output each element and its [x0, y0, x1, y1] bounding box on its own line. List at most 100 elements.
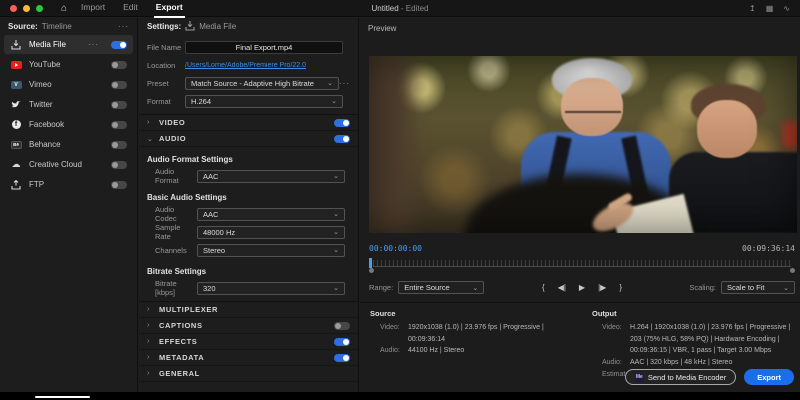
facebook-toggle[interactable]	[111, 121, 127, 129]
bitrate-settings-heading: Bitrate Settings	[139, 259, 358, 279]
destination-more-button[interactable]: ···	[88, 40, 99, 49]
section-label: CAPTIONS	[159, 321, 203, 330]
scaling-label: Scaling:	[689, 283, 716, 292]
export-settings-panel: Settings: Media File File Name Location …	[139, 18, 359, 392]
timeline-scrubber[interactable]	[369, 260, 795, 272]
zoom-handle-right[interactable]	[790, 268, 795, 273]
progress-dashboard-icon[interactable]: ∿	[783, 4, 790, 13]
titlebar-icons: ↥ ▦ ∿	[749, 4, 790, 13]
section-audio[interactable]: ⌄ AUDIO	[139, 131, 358, 147]
destination-creative-cloud[interactable]: ☁ Creative Cloud	[4, 155, 133, 174]
destination-vimeo[interactable]: V Vimeo	[4, 75, 133, 94]
quick-export-icon[interactable]: ↥	[749, 4, 756, 13]
destination-behance[interactable]: Bē Behance	[4, 135, 133, 154]
maximize-window-button[interactable]	[36, 5, 43, 12]
sample-rate-value: 48000 Hz	[203, 228, 235, 237]
audio-codec-select[interactable]: AAC ⌄	[197, 208, 345, 221]
channels-select[interactable]: Stereo ⌄	[197, 244, 345, 257]
source-summary-heading: Source	[370, 308, 580, 320]
channels-row: Channels Stereo ⌄	[139, 241, 358, 259]
file-name-label: File Name	[147, 43, 185, 52]
behance-toggle[interactable]	[111, 141, 127, 149]
effects-toggle[interactable]	[334, 338, 350, 346]
destination-facebook[interactable]: f Facebook	[4, 115, 133, 134]
facebook-icon: f	[10, 120, 22, 130]
captions-toggle[interactable]	[334, 322, 350, 330]
section-metadata[interactable]: › METADATA	[139, 350, 358, 366]
source-more-button[interactable]: ···	[118, 22, 129, 31]
play-button[interactable]: ▶	[579, 283, 585, 292]
playhead[interactable]	[369, 258, 372, 268]
preview-panel: Preview 00:00:00	[360, 18, 800, 392]
desktop-strip	[0, 392, 800, 400]
audio-format-select[interactable]: AAC ⌄	[197, 170, 345, 183]
location-label: Location	[147, 61, 185, 70]
video-toggle[interactable]	[334, 119, 350, 127]
minimize-window-button[interactable]	[23, 5, 30, 12]
export-button[interactable]: Export	[744, 369, 794, 385]
metadata-toggle[interactable]	[334, 354, 350, 362]
ftp-toggle[interactable]	[111, 181, 127, 189]
creative-cloud-toggle[interactable]	[111, 161, 127, 169]
twitter-toggle[interactable]	[111, 101, 127, 109]
destination-ftp[interactable]: FTP	[4, 175, 133, 194]
send-to-media-encoder-button[interactable]: Me Send to Media Encoder	[625, 369, 736, 385]
range-select[interactable]: Entire Source ⌄	[398, 281, 484, 294]
chevron-down-icon: ⌄	[327, 79, 333, 87]
preset-more-button[interactable]: ···	[339, 79, 350, 88]
section-label: EFFECTS	[159, 337, 197, 346]
source-audio-label: Audio:	[380, 345, 404, 357]
destination-label: Creative Cloud	[29, 160, 82, 169]
close-window-button[interactable]	[10, 5, 17, 12]
audio-toggle[interactable]	[334, 135, 350, 143]
scaling-select[interactable]: Scale to Fit ⌄	[721, 281, 795, 294]
preview-heading: Preview	[368, 24, 396, 33]
section-effects[interactable]: › EFFECTS	[139, 334, 358, 350]
location-link[interactable]: /Users/Lorne/Adobe/Premiere Pro/22.0	[185, 62, 306, 69]
output-audio-value: AAC | 320 kbps | 48 kHz | Stereo	[630, 357, 732, 369]
zoom-range-bar	[369, 269, 795, 272]
bitrate-select[interactable]: 320 ⌄	[197, 282, 345, 295]
file-name-input[interactable]	[185, 41, 343, 54]
workspaces-icon[interactable]: ▦	[766, 4, 774, 13]
step-back-button[interactable]: ◀|	[558, 283, 566, 292]
media-file-toggle[interactable]	[111, 41, 127, 49]
step-forward-button[interactable]: |▶	[598, 283, 606, 292]
premiere-export-window: ⌂ Import Edit Export Untitled - Edited ↥…	[0, 0, 800, 392]
output-audio-label: Audio:	[602, 357, 626, 369]
mark-in-button[interactable]: {	[542, 283, 545, 292]
destination-media-file[interactable]: Media File ···	[4, 35, 133, 54]
tab-edit[interactable]: Edit	[121, 0, 140, 18]
destination-youtube[interactable]: YouTube	[4, 55, 133, 74]
section-general[interactable]: › GENERAL	[139, 366, 358, 382]
youtube-toggle[interactable]	[111, 61, 127, 69]
format-select[interactable]: H.264 ⌄	[185, 95, 343, 108]
window-controls	[0, 5, 53, 12]
chevron-right-icon: ›	[147, 370, 153, 377]
home-icon[interactable]: ⌂	[61, 3, 67, 14]
tab-import[interactable]: Import	[79, 0, 107, 18]
audio-codec-row: Audio Codec AAC ⌄	[139, 205, 358, 223]
source-summary: Source Video: 1920x1038 (1.0) | 23.976 f…	[370, 308, 580, 357]
vimeo-toggle[interactable]	[111, 81, 127, 89]
location-row: Location /Users/Lorne/Adobe/Premiere Pro…	[139, 56, 358, 74]
screen: ⌂ Import Edit Export Untitled - Edited ↥…	[0, 0, 800, 400]
twitter-icon	[10, 100, 22, 110]
mode-tabs: Import Edit Export	[79, 0, 185, 18]
mark-out-button[interactable]: }	[619, 283, 622, 292]
section-multiplexer[interactable]: › MULTIPLEXER	[139, 302, 358, 318]
media-encoder-icon: Me	[635, 373, 644, 382]
preset-select[interactable]: Match Source - Adaptive High Bitrate ⌄	[185, 77, 339, 90]
zoom-handle-left[interactable]	[369, 268, 374, 273]
settings-label: Settings:	[147, 22, 181, 31]
source-header: Source: Timeline ···	[0, 18, 137, 34]
creative-cloud-icon: ☁	[10, 160, 22, 170]
destination-twitter[interactable]: Twitter	[4, 95, 133, 114]
section-video[interactable]: › VIDEO	[139, 115, 358, 131]
audio-codec-value: AAC	[203, 210, 218, 219]
sample-rate-select[interactable]: 48000 Hz ⌄	[197, 226, 345, 239]
chevron-down-icon: ⌄	[333, 284, 339, 292]
section-captions[interactable]: › CAPTIONS	[139, 318, 358, 334]
chevron-right-icon: ›	[147, 354, 153, 361]
tab-export[interactable]: Export	[154, 0, 185, 18]
